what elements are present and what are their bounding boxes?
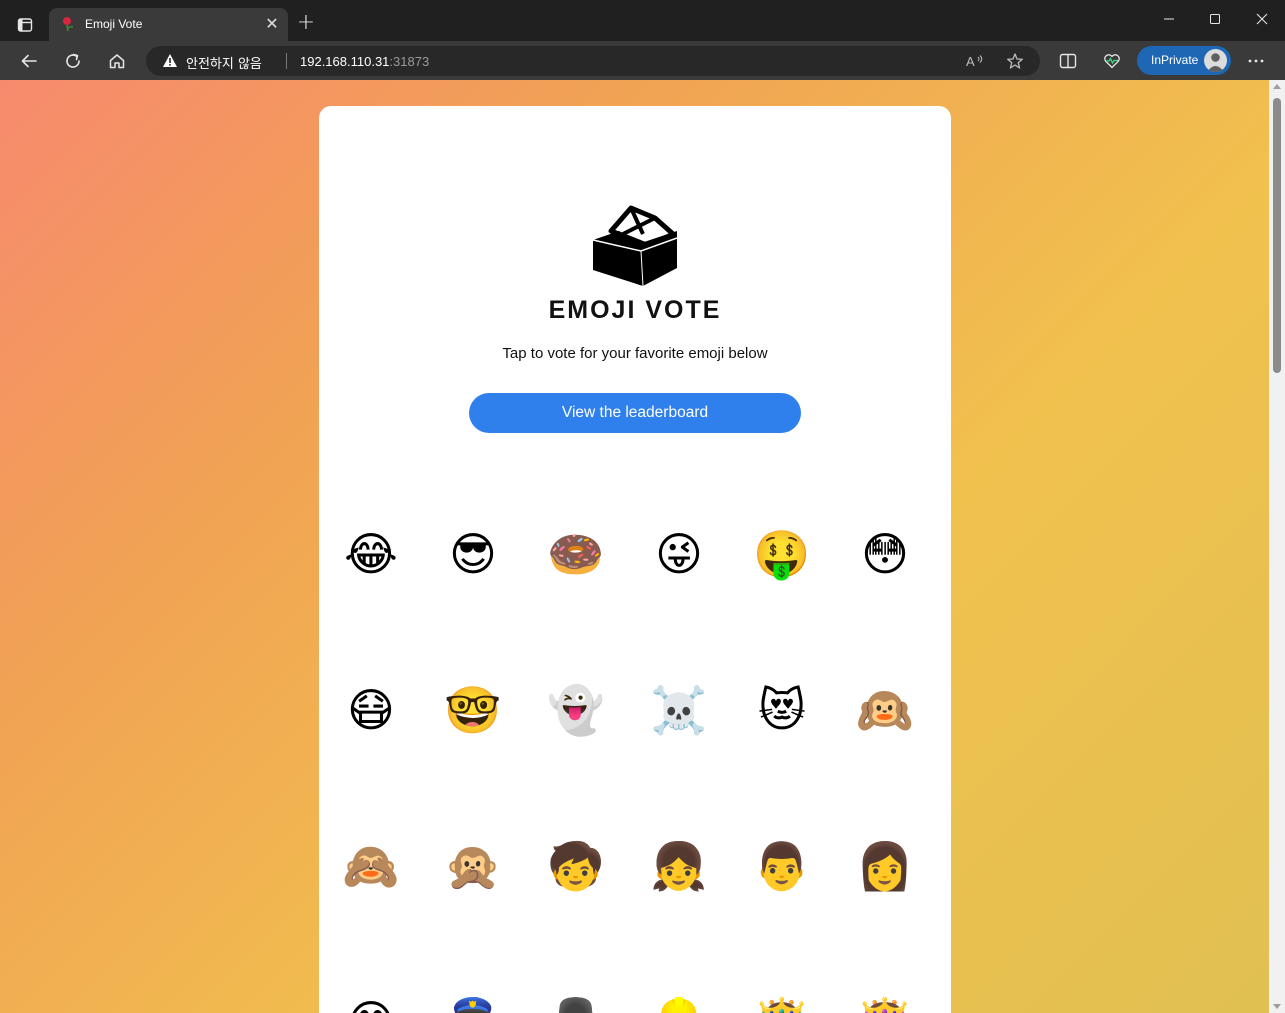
scroll-up-arrow-icon[interactable]	[1273, 84, 1281, 89]
emoji-mask-button[interactable]: 😷	[331, 670, 411, 750]
emoji-woman-button[interactable]: 👩	[845, 826, 925, 906]
emoji-skull-crossbones-button[interactable]: ☠️	[639, 670, 719, 750]
warning-icon	[162, 53, 178, 72]
emoji-man-button[interactable]: 👨	[742, 826, 822, 906]
inprivate-label: InPrivate	[1151, 53, 1199, 67]
emoji-see-no-evil-button[interactable]: 🙈	[331, 826, 411, 906]
page-title: EMOJI VOTE	[548, 296, 722, 324]
read-aloud-icon[interactable]: A	[964, 51, 986, 71]
emoji-construction-worker-button[interactable]: 👷	[639, 982, 719, 1013]
svg-text:A: A	[966, 54, 975, 69]
address-port: :31873	[389, 54, 430, 69]
split-screen-icon	[1059, 53, 1077, 69]
favorite-star-icon[interactable]	[1004, 51, 1026, 71]
back-button[interactable]	[15, 47, 43, 75]
tab-emoji-vote[interactable]: Emoji Vote ✕	[49, 8, 288, 41]
emoji-police-officer-button[interactable]: 👮	[433, 982, 513, 1013]
tab-actions-icon[interactable]	[12, 12, 38, 38]
inprivate-button[interactable]: InPrivate	[1137, 46, 1231, 75]
not-secure-label[interactable]: 안전하지 않음	[186, 53, 262, 72]
address-url[interactable]: 192.168.110.31:31873	[300, 54, 429, 69]
avatar	[1204, 49, 1227, 72]
browser-titlebar: Emoji Vote ✕ +	[0, 0, 1285, 41]
emoji-heart-eyes-cat-button[interactable]: 😻	[742, 670, 822, 750]
address-host: 192.168.110.31	[300, 54, 390, 69]
refresh-icon	[66, 53, 80, 68]
emoji-sunglasses-button[interactable]: 😎	[433, 514, 513, 594]
ballot-box-icon	[592, 205, 678, 287]
emoji-ghost-button[interactable]: 👻	[536, 670, 616, 750]
rose-favicon-icon	[61, 16, 75, 36]
emoji-guard-button[interactable]: 💂	[536, 982, 616, 1013]
page-scrollbar[interactable]	[1269, 80, 1285, 1013]
emoji-winking-tongue-button[interactable]: 😜	[639, 514, 719, 594]
emoji-smile-button[interactable]: 😄	[331, 982, 411, 1013]
close-window-button[interactable]	[1247, 8, 1277, 34]
home-icon	[109, 54, 125, 69]
emoji-joy-button[interactable]: 😂	[331, 514, 411, 594]
browser-toolbar: 안전하지 않음 192.168.110.31:31873 A InPrivate	[0, 41, 1285, 80]
split-screen-button[interactable]	[1054, 47, 1082, 75]
scroll-down-arrow-icon[interactable]	[1273, 1004, 1281, 1009]
tab-close-icon[interactable]: ✕	[262, 14, 282, 34]
more-dots-icon	[1248, 59, 1264, 63]
emoji-child-button[interactable]: 🧒	[536, 826, 616, 906]
address-divider	[286, 53, 287, 69]
emoji-money-mouth-button[interactable]: 🤑	[742, 514, 822, 594]
heart-pulse-icon	[1104, 54, 1120, 69]
settings-more-button[interactable]	[1242, 47, 1270, 75]
tab-title: Emoji Vote	[85, 17, 143, 31]
vote-card: EMOJI VOTE Tap to vote for your favorite…	[319, 106, 951, 1013]
home-button[interactable]	[103, 47, 131, 75]
emoji-girl-button[interactable]: 👧	[639, 826, 719, 906]
maximize-button[interactable]	[1200, 8, 1230, 34]
page-viewport: EMOJI VOTE Tap to vote for your favorite…	[0, 80, 1285, 1013]
emoji-flushed-button[interactable]: 😳	[845, 514, 925, 594]
refresh-button[interactable]	[59, 47, 87, 75]
page-subtitle: Tap to vote for your favorite emoji belo…	[502, 345, 768, 362]
emoji-nerd-button[interactable]: 🤓	[433, 670, 513, 750]
back-arrow-icon	[21, 54, 37, 68]
emoji-hear-no-evil-button[interactable]: 🙉	[845, 670, 925, 750]
new-tab-button[interactable]: +	[294, 12, 318, 36]
emoji-speak-no-evil-button[interactable]: 🙊	[433, 826, 513, 906]
address-bar[interactable]: 안전하지 않음 192.168.110.31:31873 A	[146, 46, 1040, 76]
emoji-prince-button[interactable]: 🤴	[742, 982, 822, 1013]
emoji-doughnut-button[interactable]: 🍩	[536, 514, 616, 594]
view-leaderboard-button[interactable]: View the leaderboard	[469, 393, 801, 433]
scrollbar-thumb[interactable]	[1273, 98, 1281, 373]
browser-essentials-button[interactable]	[1098, 47, 1126, 75]
emoji-princess-button[interactable]: 👸	[845, 982, 925, 1013]
minimize-button[interactable]	[1154, 8, 1184, 34]
